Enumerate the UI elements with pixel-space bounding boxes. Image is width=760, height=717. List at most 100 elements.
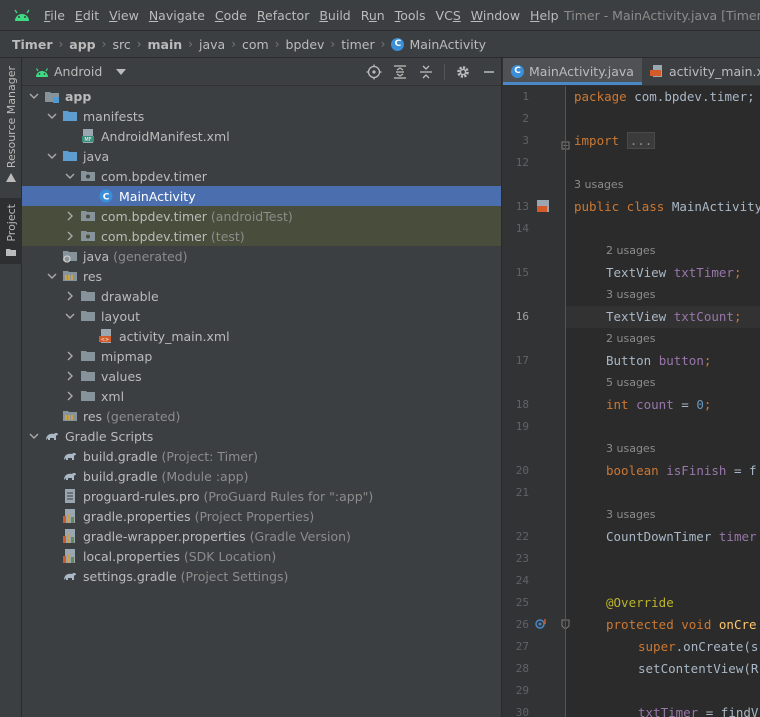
tree-label: gradle-wrapper.properties (Gradle Versio… [83,529,351,544]
breadcrumb-main[interactable]: main [148,37,183,52]
tree-node-res-generated[interactable]: res (generated) [22,406,501,426]
breadcrumb-src[interactable]: src [112,37,130,52]
chevron-right-icon[interactable] [65,371,75,381]
code-line: TextView txtCount; [606,309,742,324]
minimize-icon[interactable] [481,64,497,80]
code-line: int count = 0; [606,397,712,412]
menu-view[interactable]: View [109,8,139,23]
folder-icon [6,248,16,256]
collapse-all-icon[interactable] [418,64,434,80]
locate-icon[interactable] [366,64,382,80]
chevron-right-icon[interactable] [65,291,75,301]
chevron-right-icon: › [136,37,142,51]
tree-node-layout[interactable]: layout [22,306,501,326]
code-line: super.onCreate(s [638,639,759,654]
chevron-down-icon[interactable] [116,68,127,75]
breadcrumb-bpdev[interactable]: bpdev [286,37,325,52]
tree-node-local-properties[interactable]: local.properties (SDK Location) [22,546,501,566]
tree-node-build-gradle-project[interactable]: build.gradle (Project: Timer) [22,446,501,466]
tree-node-gradle-scripts[interactable]: Gradle Scripts [22,426,501,446]
chevron-right-icon[interactable] [65,231,75,241]
chevron-down-icon[interactable] [47,111,57,121]
chevron-right-icon[interactable] [65,211,75,221]
chevron-right-icon[interactable] [65,351,75,361]
tree-node-values[interactable]: values [22,366,501,386]
tree-label: MainActivity [119,189,196,204]
breadcrumb-java[interactable]: java [199,37,225,52]
menu-edit[interactable]: Edit [75,8,99,23]
usages-hint[interactable]: 5 usages [606,376,655,389]
tree-label: AndroidManifest.xml [101,129,230,144]
xml-file-icon: <> [99,329,111,343]
breadcrumb-com[interactable]: com [242,37,269,52]
chevron-right-icon[interactable] [65,391,75,401]
breadcrumb-app[interactable]: app [69,37,95,52]
tree-node-androidmanifest[interactable]: MF AndroidManifest.xml [22,126,501,146]
tree-node-java-generated[interactable]: java (generated) [22,246,501,266]
menu-file[interactable]: File [44,8,65,23]
chevron-down-icon[interactable] [29,91,39,101]
code-line: txtTimer = findV [638,705,759,717]
tree-node-mainactivity[interactable]: C MainActivity [22,186,501,206]
resource-manager-label: Resource Manager [4,66,18,169]
menu-window[interactable]: Window [471,8,520,23]
breadcrumb-timer-pkg[interactable]: timer [341,37,374,52]
menu-build[interactable]: Build [319,8,350,23]
usages-hint[interactable]: 3 usages [606,442,655,455]
menu-vcs[interactable]: VCS [436,8,461,23]
tree-node-gradle-wrapper-properties[interactable]: gradle-wrapper.properties (Gradle Versio… [22,526,501,546]
chevron-down-icon[interactable] [65,311,75,321]
project-tab[interactable]: Project [0,198,22,264]
tree-node-app[interactable]: app [22,86,501,106]
menu-tools[interactable]: Tools [395,8,426,23]
tree-node-proguard[interactable]: proguard-rules.pro (ProGuard Rules for "… [22,486,501,506]
menu-code[interactable]: Code [215,8,247,23]
tree-node-settings-gradle[interactable]: settings.gradle (Project Settings) [22,566,501,586]
tree-node-activity-main-xml[interactable]: <> activity_main.xml [22,326,501,346]
project-view-select[interactable]: Android [54,64,102,79]
tab-activity-main-xml[interactable]: activity_main.xml [642,58,760,85]
gradle-icon [64,472,76,480]
tree-node-xml[interactable]: xml [22,386,501,406]
tree-node-build-gradle-module[interactable]: build.gradle (Module :app) [22,466,501,486]
text-file-icon [65,489,75,503]
menu-help[interactable]: Help [530,8,559,23]
usages-hint[interactable]: 2 usages [606,244,655,257]
tree-node-package-androidtest[interactable]: com.bpdev.timer (androidTest) [22,206,501,226]
tab-mainactivity-java[interactable]: C MainActivity.java [503,58,642,85]
chevron-down-icon[interactable] [47,271,57,281]
usages-hint[interactable]: 3 usages [606,508,655,521]
breadcrumb-mainactivity[interactable]: MainActivity [409,37,486,52]
usages-hint[interactable]: 3 usages [574,178,623,191]
usages-hint[interactable]: 3 usages [606,288,655,301]
usages-hint[interactable]: 2 usages [606,332,655,345]
code-line: boolean isFinish = f [606,463,757,478]
chevron-down-icon[interactable] [29,431,39,441]
chevron-down-icon[interactable] [47,151,57,161]
menu-refactor[interactable]: Refactor [257,8,309,23]
gear-icon[interactable] [455,64,471,80]
package-icon [81,231,95,241]
tree-node-java[interactable]: java [22,146,501,166]
tree-node-manifests[interactable]: manifests [22,106,501,126]
resource-manager-tab[interactable]: Resource Manager [0,66,22,188]
code-line: public class MainActivity [574,199,760,214]
left-tool-strip: Resource Manager Project [0,58,22,717]
breadcrumb-timer[interactable]: Timer [12,37,52,52]
expand-all-icon[interactable] [392,64,408,80]
gradle-icon [46,432,58,440]
chevron-down-icon[interactable] [65,171,75,181]
tree-node-gradle-properties[interactable]: gradle.properties (Project Properties) [22,506,501,526]
menu-navigate[interactable]: Navigate [149,8,205,23]
tree-node-package-test[interactable]: com.bpdev.timer (test) [22,226,501,246]
properties-file-icon [63,509,75,523]
class-icon: C [99,189,113,203]
tree-label: gradle.properties (Project Properties) [83,509,315,524]
tree-node-package[interactable]: com.bpdev.timer [22,166,501,186]
tree-node-res[interactable]: res [22,266,501,286]
code-area[interactable]: package com.bpdev.timer; import ... 3 us… [503,86,760,717]
menu-run[interactable]: Run [361,8,385,23]
tree-node-mipmap[interactable]: mipmap [22,346,501,366]
properties-file-icon [63,529,75,543]
tree-node-drawable[interactable]: drawable [22,286,501,306]
